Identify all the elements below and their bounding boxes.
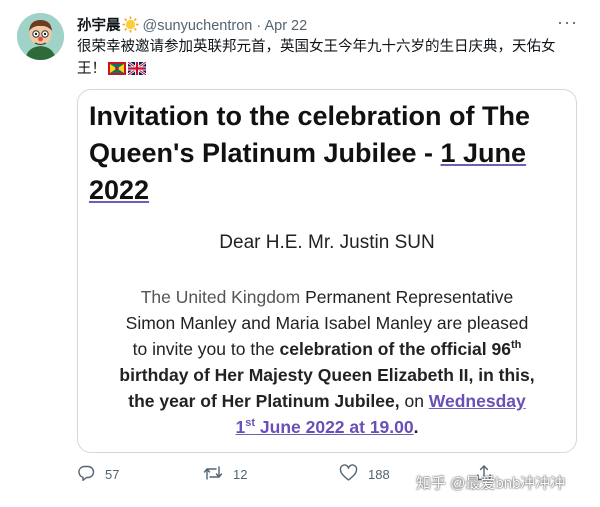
invitation-title-line2-text: Queen's Platinum Jubilee - — [89, 138, 441, 168]
reply-count: 57 — [105, 467, 120, 482]
retweet-count: 12 — [233, 467, 248, 482]
reply-button[interactable]: 57 — [77, 464, 119, 485]
body-line3-bold: celebration of the official 96 — [279, 339, 511, 359]
invitation-title: Invitation to the celebration of The Que… — [89, 98, 559, 209]
body-line3-sup: th — [510, 339, 522, 352]
handle[interactable]: @sunyuchentron — [143, 18, 253, 34]
body-line3-plain: to invite you to the — [132, 339, 280, 359]
uk-flag-icon — [127, 60, 147, 82]
body-line6-day: 1 — [235, 417, 246, 437]
avatar-illustration-icon — [17, 13, 64, 60]
body-line6-sup: st — [245, 417, 256, 430]
retweet-button[interactable]: 12 — [203, 464, 247, 485]
tweet: 孙宇晨 @sunyuchentron · Apr 22 ··· 很荣幸被邀请参加… — [0, 0, 600, 507]
sun-emoji-icon — [122, 16, 139, 37]
body-line3: to invite you to the celebration of the … — [78, 336, 576, 362]
body-line5-bold: the year of Her Platinum Jubilee, — [128, 391, 400, 411]
tweet-text-line1: 很荣幸被邀请参加英联邦元首，英国女王今年九十六岁的生日庆典，天佑女 — [77, 39, 556, 55]
tweet-text-line2-label: 王！ — [77, 61, 106, 77]
like-button[interactable]: 188 — [339, 464, 390, 485]
heart-icon — [339, 464, 358, 485]
avatar[interactable] — [17, 13, 64, 60]
retweet-icon — [203, 464, 223, 485]
tweet-header: 孙宇晨 @sunyuchentron · Apr 22 — [77, 14, 307, 37]
body-line6-date: 1st June 2022 at 19.00 — [236, 417, 414, 437]
invitation-body: The United Kingdom Permanent Representat… — [78, 284, 576, 440]
body-line6: 1st June 2022 at 19.00. — [78, 414, 576, 440]
display-name[interactable]: 孙宇晨 — [77, 18, 121, 34]
body-line1-rest: Permanent Representative — [300, 287, 514, 307]
tweet-text-line2: 王！ — [77, 58, 577, 82]
body-line5: the year of Her Platinum Jubilee, on Wed… — [78, 388, 576, 414]
invitation-greeting: Dear H.E. Mr. Justin SUN — [219, 232, 435, 253]
media-image-card[interactable]: Invitation to the celebration of The Que… — [77, 89, 577, 453]
invitation-title-date: 1 June — [440, 138, 527, 168]
tweet-date[interactable]: Apr 22 — [264, 18, 307, 34]
reply-icon — [77, 464, 95, 485]
separator-dot: · — [256, 18, 262, 34]
grenada-flag-icon — [108, 60, 126, 82]
body-line1: The United Kingdom Permanent Representat… — [78, 284, 576, 310]
zhihu-watermark: 知乎 @最爱bnb冲冲冲 — [416, 475, 566, 492]
body-line6-period: . — [413, 417, 419, 437]
like-count: 188 — [368, 467, 390, 482]
body-line6-rest: June 2022 at 19.00 — [255, 417, 414, 437]
invitation-title-year: 2022 — [89, 175, 150, 205]
body-line4: birthday of Her Majesty Queen Elizabeth … — [119, 365, 535, 385]
body-line2: Simon Manley and Maria Isabel Manley are… — [125, 313, 529, 333]
body-line5-on: on — [399, 391, 429, 411]
tweet-text: 很荣幸被邀请参加英联邦元首，英国女王今年九十六岁的生日庆典，天佑女 王！ — [77, 36, 577, 82]
invitation-title-line1: Invitation to the celebration of The — [89, 101, 531, 131]
invitation-title-line2: Queen's Platinum Jubilee - 1 June — [89, 135, 559, 172]
body-line1-gray: The United Kingdom — [140, 287, 301, 307]
body-line5-weekday: Wednesday — [428, 391, 526, 411]
more-options-icon[interactable]: ··· — [557, 12, 578, 33]
